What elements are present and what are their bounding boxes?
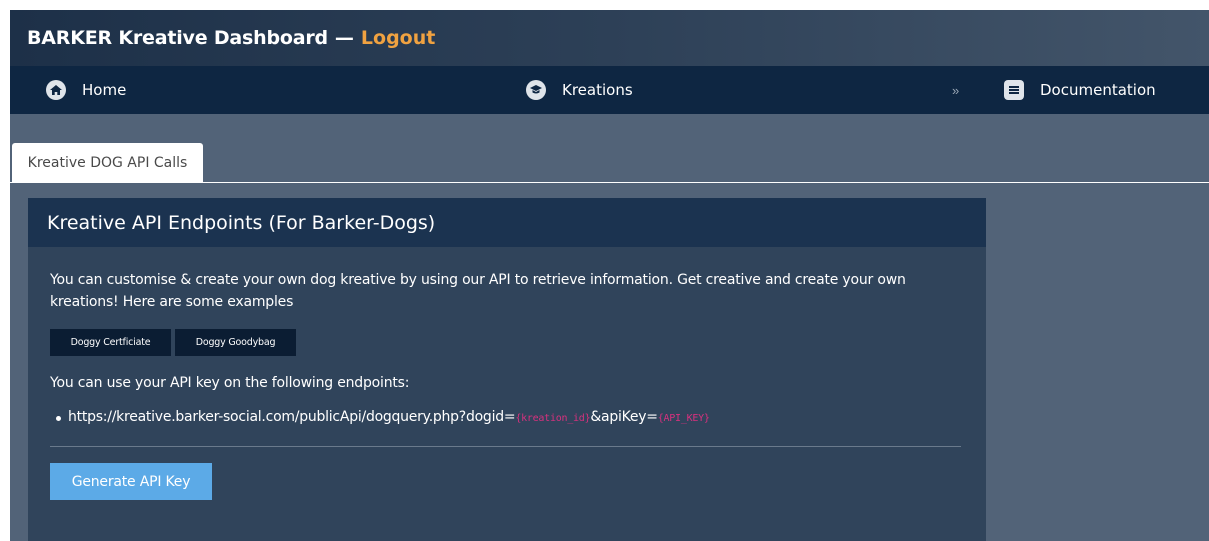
doggy-goodybag-button[interactable]: Doggy Goodybag (175, 329, 296, 356)
nav-documentation-label: Documentation (1040, 81, 1156, 99)
endpoint-mid: &apiKey= (590, 409, 658, 425)
title-separator: — (334, 27, 354, 49)
kreation-id-param: {kreation_id} (515, 413, 591, 424)
home-icon (46, 80, 66, 100)
divider (50, 446, 961, 447)
nav-home[interactable]: Home (46, 66, 126, 114)
api-endpoints-panel: Kreative API Endpoints (For Barker-Dogs)… (28, 198, 986, 541)
intro-text: You can customise & create your own dog … (50, 272, 906, 310)
nav-kreations-label: Kreations (562, 81, 633, 99)
app-header: BARKER Kreative Dashboard — Logout (10, 10, 1209, 66)
logout-link[interactable]: Logout (361, 27, 435, 49)
panel-body: You can customise & create your own dog … (28, 247, 986, 500)
list-icon (1004, 80, 1024, 100)
nav-kreations[interactable]: Kreations (526, 66, 633, 114)
panel-title: Kreative API Endpoints (For Barker-Dogs) (28, 198, 986, 247)
main-nav: Home Kreations » Documentation (10, 66, 1209, 114)
endpoint-item: https://kreative.barker-social.com/publi… (56, 409, 964, 425)
api-key-param: {API_KEY} (657, 413, 710, 424)
nav-more-chevron[interactable]: » (952, 66, 959, 114)
usage-text: You can use your API key on the followin… (50, 375, 410, 391)
tab-kreative-dog-api-calls[interactable]: Kreative DOG API Calls (12, 143, 203, 183)
graduation-cap-icon (526, 80, 546, 100)
nav-home-label: Home (82, 81, 127, 99)
app-title: BARKER Kreative Dashboard (27, 27, 328, 49)
doggy-certificate-button[interactable]: Doggy Certficiate (50, 329, 171, 356)
app-frame: BARKER Kreative Dashboard — Logout Home … (10, 10, 1209, 541)
endpoint-list: https://kreative.barker-social.com/publi… (50, 409, 964, 425)
tab-bar: Kreative DOG API Calls (10, 143, 1209, 183)
generate-api-key-button[interactable]: Generate API Key (50, 463, 212, 500)
nav-documentation[interactable]: Documentation (1004, 66, 1156, 114)
example-buttons: Doggy Certficiate Doggy Goodybag (50, 329, 964, 356)
endpoint-base: https://kreative.barker-social.com/publi… (68, 409, 516, 425)
